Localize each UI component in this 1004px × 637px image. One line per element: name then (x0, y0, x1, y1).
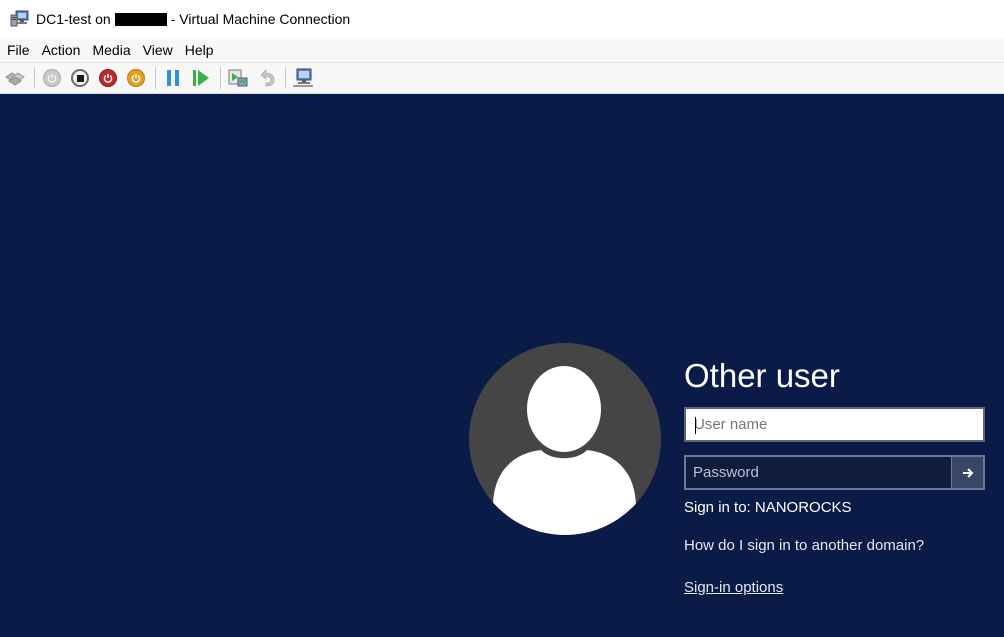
revert-icon (260, 69, 275, 87)
user-avatar (469, 343, 661, 535)
shut-down-icon (99, 69, 117, 87)
password-input[interactable] (686, 457, 951, 488)
toolbar (0, 62, 1004, 94)
ctrl-alt-del-button[interactable] (3, 66, 27, 90)
vm-screen[interactable]: Other user Sign in to: NANOROCKS How do … (0, 94, 1004, 637)
redacted-host-name (114, 12, 167, 26)
login-title: Other user (684, 357, 840, 394)
turn-off-button[interactable] (68, 66, 92, 90)
menu-view[interactable]: View (137, 38, 179, 62)
revert-button[interactable] (254, 66, 278, 90)
start-button[interactable] (40, 66, 64, 90)
turn-off-icon (71, 69, 89, 87)
save-icon (127, 69, 145, 87)
other-domain-help-link[interactable]: How do I sign in to another domain? (684, 537, 924, 554)
ctrl-alt-del-icon (5, 72, 25, 86)
window-title: DC1-test on - Virtual Machine Connection (36, 11, 350, 27)
toolbar-separator (220, 67, 221, 89)
resume-button[interactable] (189, 66, 213, 90)
text-caret (695, 417, 696, 434)
window-title-suffix: - Virtual Machine Connection (170, 11, 351, 27)
menu-bar: File Action Media View Help (0, 38, 1004, 62)
enhanced-session-button[interactable] (291, 66, 315, 90)
arrow-right-icon (962, 467, 973, 478)
title-bar: DC1-test on - Virtual Machine Connection (0, 0, 1004, 38)
toolbar-separator (285, 67, 286, 89)
checkpoint-button[interactable] (226, 66, 250, 90)
start-icon (43, 69, 61, 87)
sign-in-to-domain: Sign in to: NANOROCKS (684, 499, 852, 516)
password-field[interactable] (684, 455, 985, 490)
enhanced-session-icon (293, 68, 313, 87)
menu-action[interactable]: Action (36, 38, 87, 62)
username-input[interactable] (686, 409, 983, 440)
user-silhouette-icon (493, 366, 636, 535)
username-field[interactable] (684, 407, 985, 442)
toolbar-separator (34, 67, 35, 89)
pause-icon (167, 70, 179, 86)
toolbar-separator (155, 67, 156, 89)
login-panel: Other user Sign in to: NANOROCKS How do … (684, 356, 986, 596)
menu-media[interactable]: Media (86, 38, 136, 62)
sign-in-options-link[interactable]: Sign-in options (684, 579, 783, 596)
shut-down-button[interactable] (96, 66, 120, 90)
menu-help[interactable]: Help (179, 38, 220, 62)
menu-file[interactable]: File (1, 38, 36, 62)
checkpoint-icon (228, 69, 248, 87)
pause-button[interactable] (161, 66, 185, 90)
window-title-prefix: DC1-test on (36, 11, 111, 27)
resume-icon (193, 70, 209, 86)
save-button[interactable] (124, 66, 148, 90)
vm-connection-icon (10, 10, 30, 28)
submit-button[interactable] (951, 457, 983, 488)
